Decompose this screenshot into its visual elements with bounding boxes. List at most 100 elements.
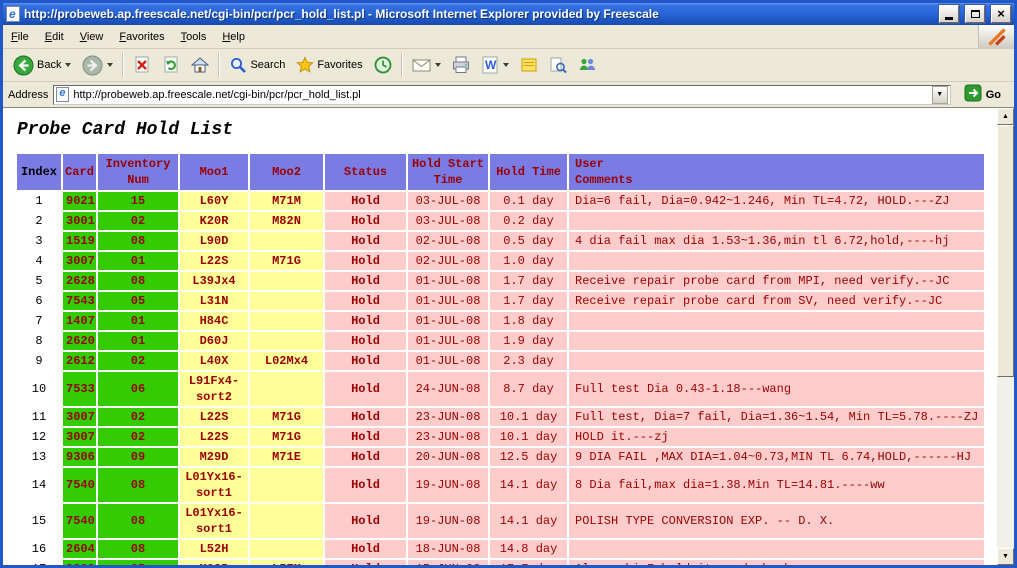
table-cell: 19-JUN-08 bbox=[408, 468, 488, 502]
table-cell: 8 bbox=[17, 332, 61, 350]
maximize-button[interactable] bbox=[965, 5, 985, 23]
table-cell: M71G bbox=[250, 252, 323, 270]
close-button[interactable]: × bbox=[991, 5, 1011, 23]
table-cell: Hold bbox=[325, 560, 406, 565]
stop-button[interactable] bbox=[128, 51, 156, 79]
edit-button[interactable]: W bbox=[476, 51, 514, 79]
table-cell: Hold bbox=[325, 504, 406, 538]
discuss-icon bbox=[520, 56, 538, 74]
table-cell: D60J bbox=[180, 332, 248, 350]
scroll-up-button[interactable]: ▲ bbox=[997, 108, 1014, 125]
table-cell: Hold bbox=[325, 212, 406, 230]
page-viewport: Probe Card Hold List Index Card Inventor… bbox=[3, 108, 997, 565]
favorites-label: Favorites bbox=[317, 59, 362, 71]
table-cell: L22S bbox=[180, 428, 248, 446]
title-bar[interactable]: e http://probeweb.ap.freescale.net/cgi-b… bbox=[3, 3, 1014, 25]
search-label: Search bbox=[250, 59, 285, 71]
hold-table: Index Card Inventory Num Moo1 Moo2 Statu… bbox=[15, 152, 986, 565]
table-cell: HOLD it.---zj bbox=[569, 428, 984, 446]
table-cell: Hold bbox=[325, 252, 406, 270]
table-cell: 7540 bbox=[63, 468, 96, 502]
table-cell: 08 bbox=[98, 468, 178, 502]
discuss-button[interactable] bbox=[515, 51, 543, 79]
table-cell: 02-JUL-08 bbox=[408, 232, 488, 250]
table-cell: 23-JUN-08 bbox=[408, 428, 488, 446]
menu-favorites[interactable]: Favorites bbox=[111, 28, 172, 46]
search-button[interactable]: Search bbox=[224, 51, 290, 79]
scroll-down-button[interactable]: ▼ bbox=[997, 548, 1014, 565]
forward-button[interactable] bbox=[77, 51, 118, 79]
table-cell: 2612 bbox=[63, 352, 96, 370]
table-cell: 1519 bbox=[63, 232, 96, 250]
history-button[interactable] bbox=[369, 51, 397, 79]
menu-view[interactable]: View bbox=[72, 28, 112, 46]
refresh-button[interactable] bbox=[157, 51, 185, 79]
hold-table-body: 1902115L60YM71MHold03-JUL-080.1 dayDia=6… bbox=[17, 192, 984, 565]
table-cell: Hold bbox=[325, 332, 406, 350]
table-cell: M29D bbox=[180, 448, 248, 466]
table-cell bbox=[250, 372, 323, 406]
favorites-button[interactable]: Favorites bbox=[291, 51, 367, 79]
back-button[interactable]: Back bbox=[8, 51, 76, 79]
table-row: 7140701H84CHold01-JUL-081.8 day bbox=[17, 312, 984, 330]
search-icon bbox=[229, 56, 247, 74]
table-cell: 8 Dia fail,max dia=1.38.Min TL=14.81.---… bbox=[569, 468, 984, 502]
address-input[interactable]: e http://probeweb.ap.freescale.net/cgi-b… bbox=[53, 85, 950, 105]
table-cell: 03-JUL-08 bbox=[408, 212, 488, 230]
mail-icon bbox=[412, 57, 431, 73]
table-cell: Hold bbox=[325, 540, 406, 558]
print-button[interactable] bbox=[447, 51, 475, 79]
table-cell: 1 bbox=[17, 192, 61, 210]
edit-dropdown-icon bbox=[503, 63, 509, 67]
mail-button[interactable] bbox=[407, 51, 446, 79]
page-title: Probe Card Hold List bbox=[17, 120, 997, 140]
table-cell: 3007 bbox=[63, 252, 96, 270]
home-button[interactable] bbox=[186, 51, 214, 79]
menu-tools[interactable]: Tools bbox=[173, 28, 215, 46]
header-hold-time: Hold Time bbox=[490, 154, 567, 190]
table-cell: 6 bbox=[17, 292, 61, 310]
table-cell: 9 DIA FAIL ,MAX DIA=1.04~0.73,MIN TL 6.7… bbox=[569, 448, 984, 466]
table-cell: 01-JUL-08 bbox=[408, 312, 488, 330]
table-cell: M82N bbox=[250, 212, 323, 230]
table-cell: 20-JUN-08 bbox=[408, 448, 488, 466]
table-cell: Hold bbox=[325, 428, 406, 446]
vertical-scrollbar[interactable]: ▲ ▼ bbox=[997, 108, 1014, 565]
header-index: Index bbox=[17, 154, 61, 190]
ie-page-icon: e bbox=[56, 87, 69, 102]
header-inventory-num: Inventory Num bbox=[98, 154, 178, 190]
go-button[interactable]: Go bbox=[956, 84, 1009, 106]
forward-dropdown-icon bbox=[107, 63, 113, 67]
table-cell: 7543 bbox=[63, 292, 96, 310]
table-cell: 9009 bbox=[63, 560, 96, 565]
table-cell: 0.5 day bbox=[490, 232, 567, 250]
table-cell: 2 bbox=[17, 212, 61, 230]
table-cell: 16 bbox=[17, 540, 61, 558]
minimize-button[interactable] bbox=[939, 5, 959, 23]
table-cell: 3 bbox=[17, 232, 61, 250]
table-cell: 9021 bbox=[63, 192, 96, 210]
table-cell: 19-JUN-08 bbox=[408, 504, 488, 538]
menu-edit[interactable]: Edit bbox=[37, 28, 72, 46]
scroll-thumb[interactable] bbox=[997, 125, 1014, 377]
messenger-button[interactable] bbox=[573, 51, 601, 79]
table-cell: 2604 bbox=[63, 540, 96, 558]
table-cell: 1407 bbox=[63, 312, 96, 330]
address-dropdown-button[interactable]: ▼ bbox=[932, 86, 948, 104]
table-cell bbox=[250, 272, 323, 290]
research-button[interactable] bbox=[544, 51, 572, 79]
ie-document-icon: e bbox=[6, 6, 20, 22]
browser-window: e http://probeweb.ap.freescale.net/cgi-b… bbox=[0, 0, 1017, 568]
table-cell: 2620 bbox=[63, 332, 96, 350]
table-cell: 01-JUL-08 bbox=[408, 332, 488, 350]
back-icon bbox=[13, 55, 34, 76]
table-cell: Hold bbox=[325, 408, 406, 426]
menu-file[interactable]: File bbox=[3, 28, 37, 46]
table-cell: 03-JUL-08 bbox=[408, 192, 488, 210]
refresh-icon bbox=[162, 56, 180, 74]
table-cell: 10.1 day bbox=[490, 408, 567, 426]
table-cell: 06 bbox=[98, 372, 178, 406]
menu-help[interactable]: Help bbox=[214, 28, 253, 46]
table-cell: 1.7 day bbox=[490, 272, 567, 290]
table-cell: 14.8 day bbox=[490, 540, 567, 558]
